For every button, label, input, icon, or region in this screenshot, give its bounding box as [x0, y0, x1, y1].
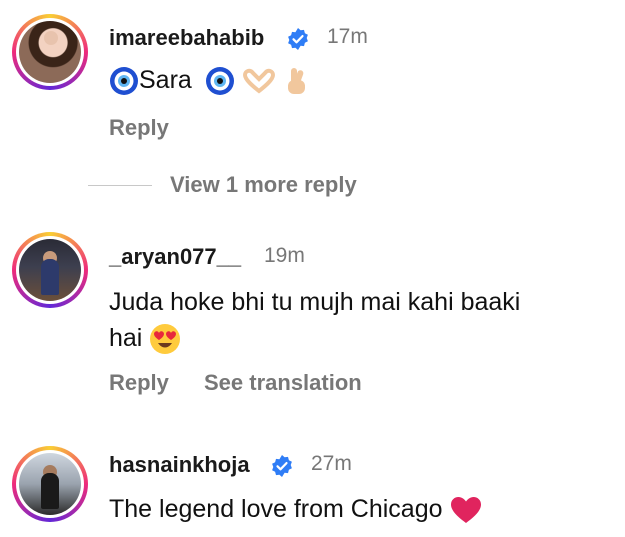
- avatar-image: [19, 21, 81, 83]
- verified-badge-icon: [272, 455, 292, 477]
- comment-name-text: Sara: [139, 66, 192, 94]
- username[interactable]: _aryan077__: [109, 244, 241, 270]
- comment-text-line-2: hai: [109, 320, 181, 356]
- view-more-replies-button[interactable]: View 1 more reply: [170, 172, 357, 198]
- divider-line: [88, 185, 152, 186]
- comment-text: The legend love from Chicago: [109, 491, 483, 527]
- avatar[interactable]: [12, 14, 88, 90]
- comment-text: Sara: [109, 62, 311, 98]
- red-heart-icon: [451, 497, 482, 524]
- comment-text-line-1: Juda hoke bhi tu mujh mai kahi baaki: [109, 288, 521, 316]
- nazar-amulet-icon: [205, 67, 234, 96]
- nazar-amulet-icon: [110, 67, 138, 96]
- username[interactable]: imareebahabib: [109, 25, 264, 51]
- avatar[interactable]: [12, 232, 88, 308]
- timestamp: 19m: [264, 244, 305, 267]
- avatar-image: [19, 239, 81, 301]
- heart-hands-icon: [242, 69, 275, 94]
- see-translation-button[interactable]: See translation: [204, 370, 362, 396]
- avatar-image: [19, 453, 81, 515]
- comment-text-line-2-text: hai: [109, 324, 143, 352]
- avatar[interactable]: [12, 446, 88, 522]
- comment-text-content: The legend love from Chicago: [109, 495, 443, 523]
- timestamp: 27m: [311, 452, 352, 475]
- reply-button[interactable]: Reply: [109, 115, 169, 141]
- reply-button[interactable]: Reply: [109, 370, 169, 396]
- timestamp: 17m: [327, 25, 368, 48]
- username[interactable]: hasnainkhoja: [109, 452, 250, 478]
- heart-eyes-emoji-icon: [150, 324, 181, 355]
- crossed-fingers-icon: [287, 68, 305, 95]
- verified-badge-icon: [288, 28, 308, 50]
